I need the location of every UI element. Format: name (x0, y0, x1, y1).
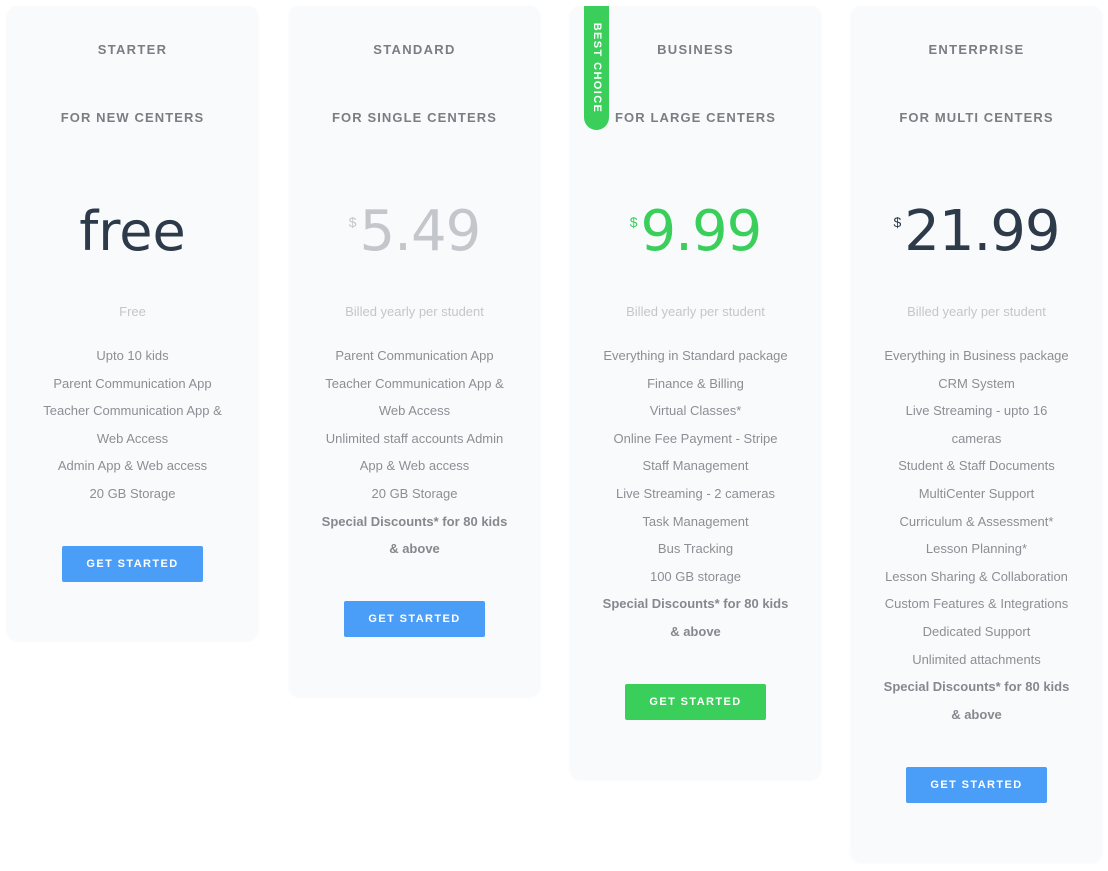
feature-item: Online Fee Payment - Stripe (613, 430, 778, 446)
price-amount: 5.49 (359, 199, 482, 264)
feature-list: Everything in Business package CRM Syste… (877, 342, 1076, 728)
feature-item: MultiCenter Support (918, 485, 1035, 501)
price-amount: free (79, 200, 186, 263)
feature-item: Student & Staff Documents (898, 458, 1055, 474)
feature-item: Upto 10 kids (96, 348, 169, 363)
plan-name: STANDARD (373, 42, 456, 57)
feature-item: Finance & Billing (647, 375, 744, 391)
feature-item: 100 GB storage (649, 568, 742, 584)
feature-item: Web Access (378, 403, 451, 419)
discount-note: Special Discounts* for 80 kids (883, 679, 1070, 695)
plan-name: STARTER (97, 42, 168, 57)
feature-item: Virtual Classes* (649, 403, 742, 419)
feature-item: Bus Tracking (657, 541, 734, 557)
feature-item: Lesson Planning* (925, 541, 1028, 557)
feature-item: Custom Features & Integrations (884, 596, 1069, 612)
feature-list: Parent Communication App Teacher Communi… (315, 342, 514, 563)
plan-subtitle: FOR SINGLE CENTERS (332, 110, 497, 125)
badge-label: BEST CHOICE (590, 22, 603, 114)
plan-name: BUSINESS (657, 42, 734, 57)
get-started-button[interactable]: GET STARTED (906, 767, 1047, 803)
feature-item: Parent Communication App (335, 348, 494, 363)
discount-note: & above (951, 706, 1002, 722)
feature-item: Live Streaming - 2 cameras (616, 485, 775, 501)
plan-price: $ 9.99 (570, 202, 821, 272)
currency-symbol: $ (629, 214, 638, 230)
feature-item: Teacher Communication App & (325, 375, 504, 391)
feature-item: Dedicated Support (922, 623, 1031, 639)
plan-price: free (7, 202, 258, 272)
pricing-card-standard: STANDARD FOR SINGLE CENTERS $ 5.49 Bille… (289, 6, 540, 696)
feature-item: Teacher Communication App & (43, 403, 222, 419)
feature-item: App & Web access (359, 458, 470, 474)
billing-note: Billed yearly per student (907, 304, 1046, 319)
plan-subtitle: FOR NEW CENTERS (60, 110, 205, 125)
feature-item: Everything in Business package (884, 348, 1069, 363)
feature-item: CRM System (938, 375, 1015, 391)
billing-note: Billed yearly per student (345, 304, 484, 319)
billing-note: Free (119, 304, 146, 319)
get-started-button[interactable]: GET STARTED (62, 546, 203, 582)
feature-item: cameras (951, 430, 1002, 446)
feature-item: Curriculum & Assessment* (899, 513, 1054, 529)
plan-price: $ 21.99 (851, 202, 1102, 272)
get-started-button[interactable]: GET STARTED (625, 684, 766, 720)
feature-item: Task Management (642, 513, 749, 529)
feature-list: Everything in Standard package Finance &… (596, 342, 795, 646)
pricing-card-enterprise: ENTERPRISE FOR MULTI CENTERS $ 21.99 Bil… (851, 6, 1102, 862)
feature-item: Admin App & Web access (57, 458, 208, 474)
feature-item: Everything in Standard package (603, 348, 788, 363)
feature-item: 20 GB Storage (89, 485, 176, 501)
plan-name: ENTERPRISE (928, 42, 1025, 57)
price-amount: 21.99 (904, 199, 1060, 264)
pricing-card-starter: STARTER FOR NEW CENTERS free Free Upto 1… (7, 6, 258, 640)
feature-item: Staff Management (642, 458, 749, 474)
feature-item: Parent Communication App (53, 375, 212, 391)
discount-note: & above (670, 623, 721, 639)
feature-item: 20 GB Storage (371, 485, 458, 501)
feature-item: Lesson Sharing & Collaboration (885, 568, 1068, 584)
currency-symbol: $ (348, 214, 357, 230)
pricing-card-business: BEST CHOICE BUSINESS FOR LARGE CENTERS $… (570, 6, 821, 779)
discount-note: Special Discounts* for 80 kids (321, 513, 508, 529)
discount-note: Special Discounts* for 80 kids (602, 596, 789, 612)
feature-item: Unlimited staff accounts Admin (325, 430, 504, 446)
feature-item: Web Access (96, 430, 169, 446)
plan-subtitle: FOR LARGE CENTERS (615, 110, 776, 125)
feature-item: Live Streaming - upto 16 (905, 403, 1048, 419)
price-amount: 9.99 (640, 199, 763, 264)
plan-subtitle: FOR MULTI CENTERS (899, 110, 1054, 125)
feature-list: Upto 10 kids Parent Communication App Te… (33, 342, 232, 508)
feature-item: Unlimited attachments (912, 651, 1041, 667)
billing-note: Billed yearly per student (626, 304, 765, 319)
currency-symbol: $ (893, 214, 902, 230)
discount-note: & above (389, 541, 440, 557)
plan-price: $ 5.49 (289, 202, 540, 272)
get-started-button[interactable]: GET STARTED (344, 601, 485, 637)
